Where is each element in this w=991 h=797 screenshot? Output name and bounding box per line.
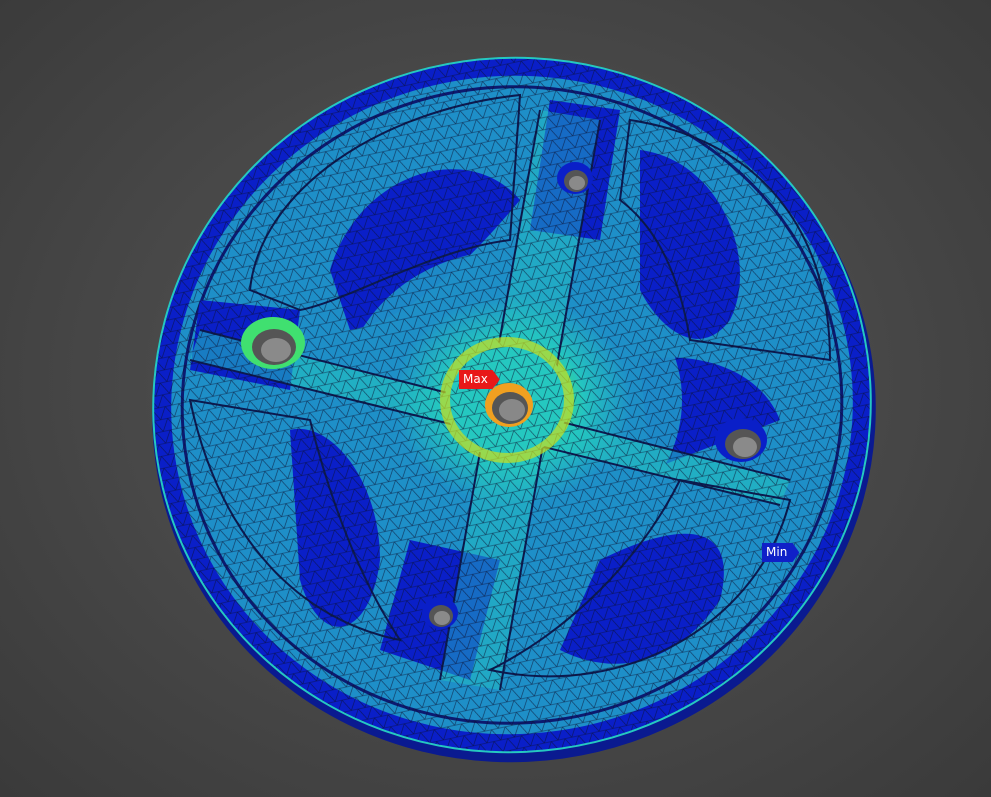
bolt-hole-right: [715, 418, 767, 462]
max-probe-label[interactable]: Max: [459, 370, 500, 389]
min-probe-label[interactable]: Min: [762, 543, 800, 562]
3d-viewport[interactable]: Max Min: [0, 0, 991, 797]
bolt-hole-bottom: [422, 597, 458, 629]
center-hub: [440, 337, 574, 463]
bolt-hole-top: [557, 162, 593, 194]
bolt-hole-left: [241, 317, 305, 369]
fea-contour-model[interactable]: [0, 0, 991, 797]
